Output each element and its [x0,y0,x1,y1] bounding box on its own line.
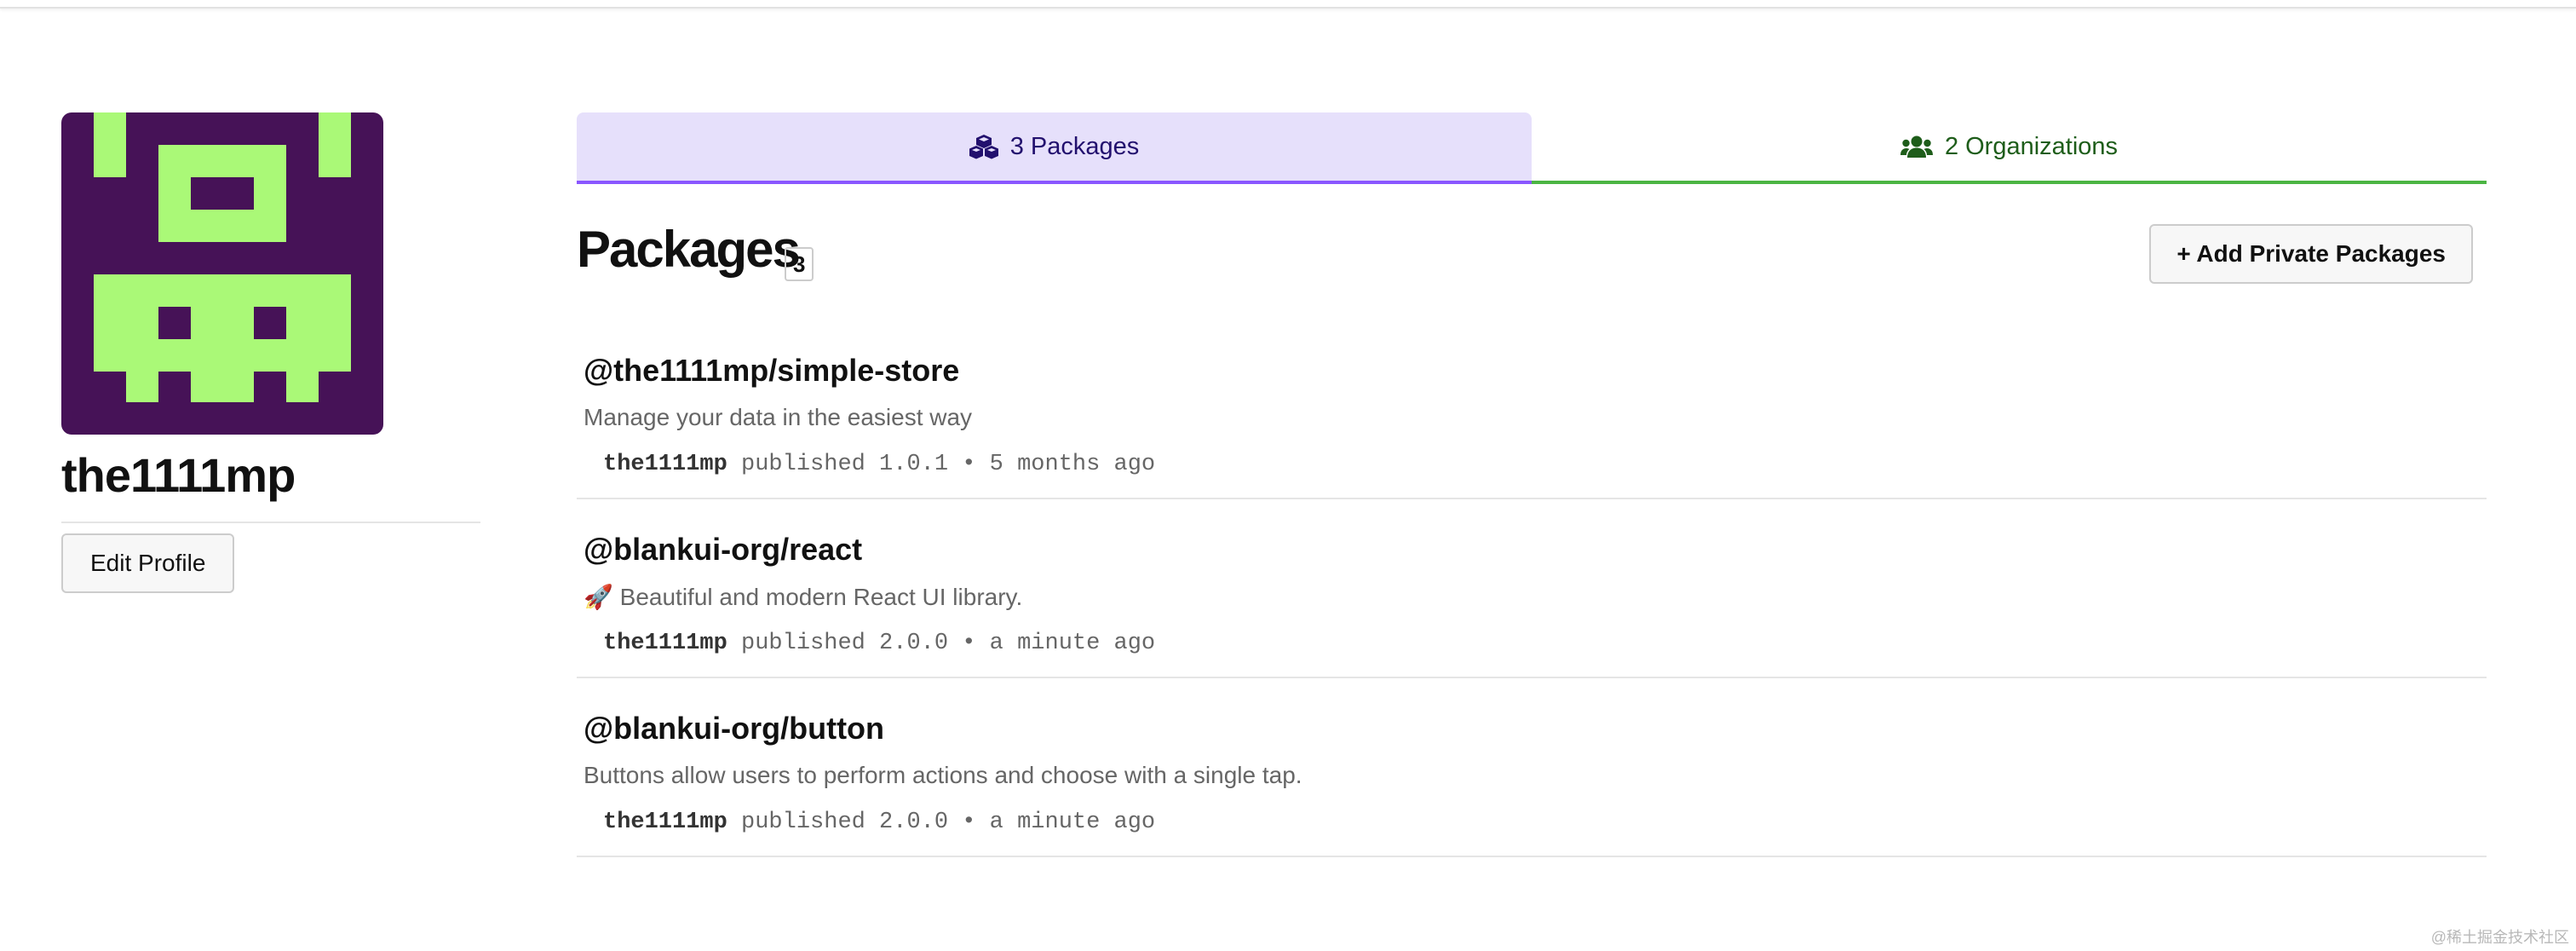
edit-profile-button[interactable]: Edit Profile [61,533,235,594]
users-icon [1900,135,1933,158]
profile-page: the1111mp Edit Profile 3 Packages 2 Orga… [0,0,2576,951]
package-list-item: @blankui-org/react 🚀 Beautiful and moder… [577,499,2487,678]
packages-heading: Packages [577,221,801,278]
package-published-text: published 2.0.0 • a minute ago [741,631,1156,656]
package-name-link[interactable]: @the1111mp/simple-store [584,353,959,389]
package-publish-info: the1111mp published 2.0.0 • a minute ago [603,631,1155,656]
watermark: @稀土掘金技术社区 [2430,929,2569,946]
profile-tabs: 3 Packages 2 Organizations [577,112,2487,184]
package-published-text: published 2.0.0 • a minute ago [741,810,1156,835]
package-description: 🚀 Beautiful and modern React UI library. [584,584,1023,610]
package-list-item: @the1111mp/simple-store Manage your data… [577,320,2487,499]
packages-count-badge: 3 [785,247,814,281]
tab-packages-label: 3 Packages [1009,132,1140,160]
header-divider [0,0,2576,9]
package-description: Buttons allow users to perform actions a… [584,762,1302,788]
package-name-link[interactable]: @blankui-org/react [584,532,862,568]
tab-organizations[interactable]: 2 Organizations [1532,112,2487,184]
package-published-text: published 1.0.1 • 5 months ago [741,452,1156,477]
package-publisher[interactable]: the1111mp [603,631,727,656]
packages-list: @the1111mp/simple-store Manage your data… [577,320,2487,857]
profile-sidebar: the1111mp Edit Profile [61,112,480,594]
package-description: Manage your data in the easiest way [584,404,973,430]
avatar [61,112,383,435]
package-publisher[interactable]: the1111mp [603,810,727,835]
package-publisher[interactable]: the1111mp [603,452,727,477]
add-private-packages-button[interactable]: + Add Private Packages [2149,224,2473,284]
package-list-item: @blankui-org/button Buttons allow users … [577,678,2487,857]
package-name-link[interactable]: @blankui-org/button [584,711,884,746]
sidebar-divider [61,522,480,524]
profile-main: 3 Packages 2 Organizations Packages 3 + … [577,112,2487,857]
packages-section: Packages 3 + Add Private Packages @the11… [577,184,2487,857]
tab-organizations-label: 2 Organizations [1944,132,2119,160]
package-publish-info: the1111mp published 1.0.1 • 5 months ago [603,452,1155,477]
cubes-icon [969,134,998,159]
profile-username: the1111mp [61,448,296,502]
tab-packages[interactable]: 3 Packages [577,112,1532,184]
package-publish-info: the1111mp published 2.0.0 • a minute ago [603,810,1155,835]
